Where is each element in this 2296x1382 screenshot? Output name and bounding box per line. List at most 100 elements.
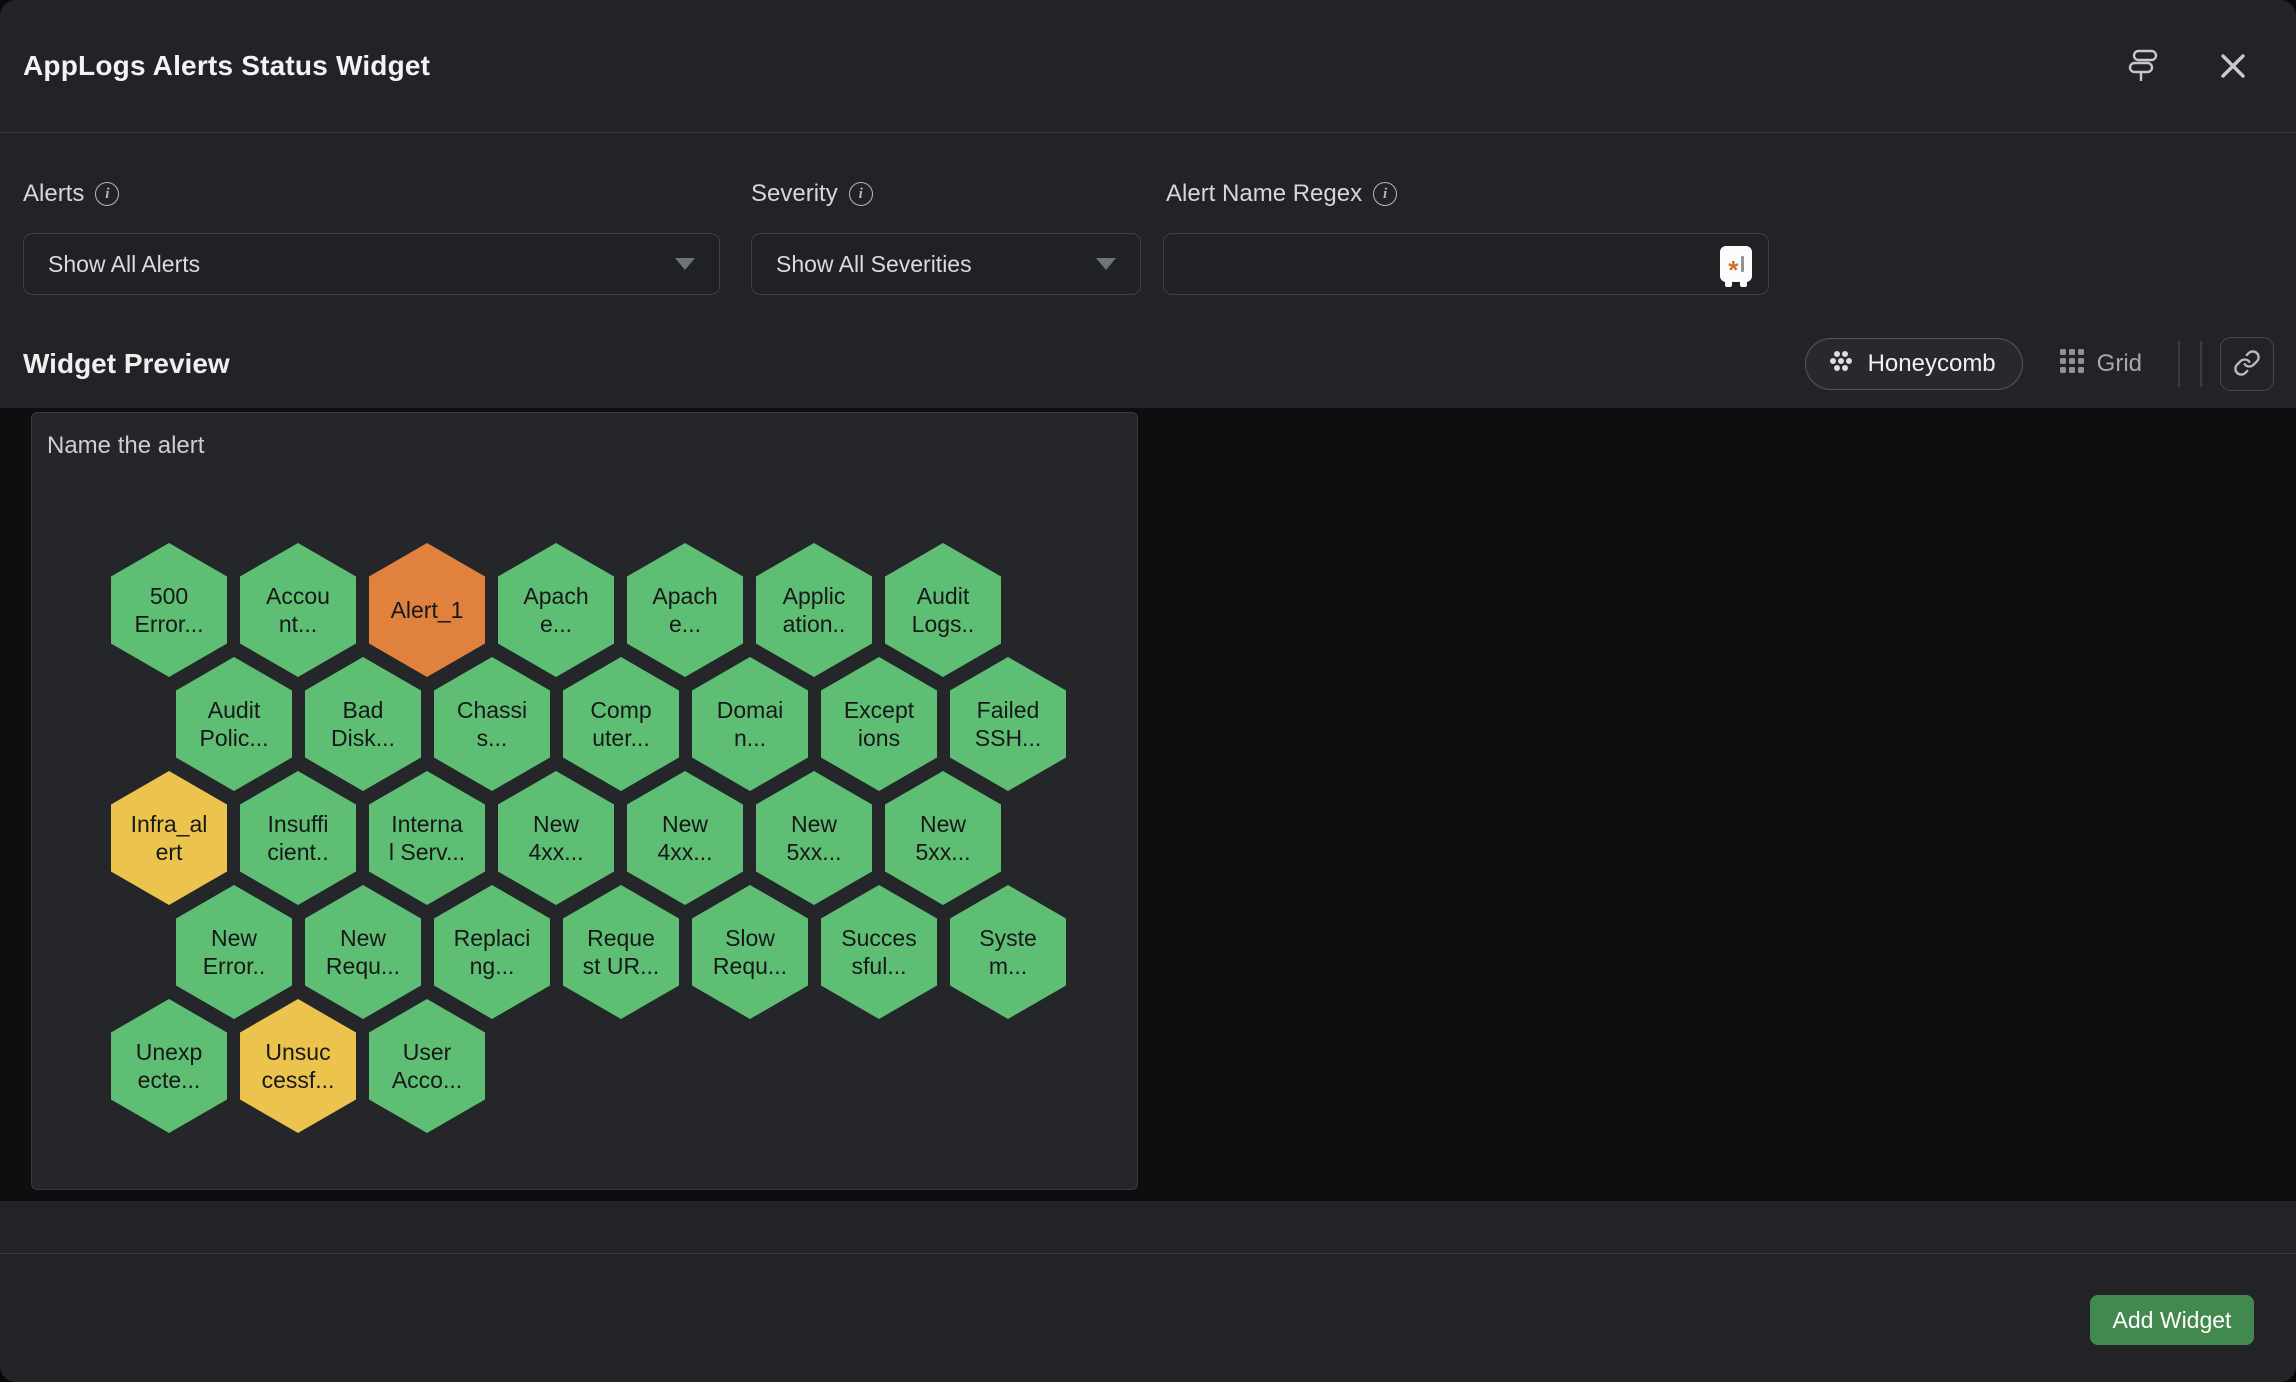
toolbar-divider — [2178, 341, 2180, 387]
hex-alert[interactable]: New4xx... — [627, 771, 743, 905]
hex-alert[interactable]: New5xx... — [756, 771, 872, 905]
alerts-label: Alerts i — [23, 180, 119, 208]
grid-toggle-label: Grid — [2097, 350, 2142, 378]
hex-alert-label: SSH... — [975, 724, 1041, 752]
hex-alert[interactable]: UserAcco... — [369, 999, 485, 1133]
hex-alert-label: Bad — [343, 696, 384, 724]
hex-alert[interactable]: New5xx... — [885, 771, 1001, 905]
honeycomb-view-toggle[interactable]: Honeycomb — [1805, 338, 2023, 390]
severity-label: Severity i — [751, 180, 873, 208]
hex-alert[interactable]: Exceptions — [821, 657, 937, 791]
alerts-label-text: Alerts — [23, 180, 84, 208]
hex-alert[interactable]: System... — [950, 885, 1066, 1019]
hex-alert[interactable]: Infra_alert — [111, 771, 227, 905]
alerts-info-icon[interactable]: i — [95, 182, 119, 206]
hex-alert-label: Audit — [917, 582, 969, 610]
regex-helper-icon[interactable]: * — [1720, 246, 1752, 282]
hex-alert-label: Disk... — [331, 724, 395, 752]
hex-alert-label: sful... — [852, 952, 907, 980]
hex-alert-label: New — [211, 924, 257, 952]
hex-alert-label: Requ... — [713, 952, 787, 980]
hex-alert[interactable]: Unsuccessf... — [240, 999, 356, 1133]
hex-alert-label: Apach — [523, 582, 588, 610]
hex-alert-label: s... — [477, 724, 508, 752]
hex-alert[interactable]: Successful... — [821, 885, 937, 1019]
widget-panel-title: Name the alert — [47, 432, 204, 460]
hex-alert-label: Acco... — [392, 1066, 462, 1094]
hex-alert-label: Chassi — [457, 696, 527, 724]
hex-alert-label: Domai — [717, 696, 783, 724]
regex-label-text: Alert Name Regex — [1166, 180, 1362, 208]
hex-alert-label: Comp — [590, 696, 651, 724]
preview-header: Widget Preview Honeycomb Grid — [0, 325, 2296, 403]
severity-label-text: Severity — [751, 180, 838, 208]
hex-alert-label: Failed — [977, 696, 1040, 724]
alert-name-regex-input[interactable] — [1164, 234, 1720, 294]
hex-alert-label: 4xx... — [658, 838, 713, 866]
copy-link-button[interactable] — [2220, 337, 2274, 391]
hex-alert[interactable]: Chassis... — [434, 657, 550, 791]
hex-alert-label: e... — [540, 610, 572, 638]
close-icon — [2218, 51, 2248, 81]
hex-alert[interactable]: Unexpecte... — [111, 999, 227, 1133]
hex-alert-label: ng... — [470, 952, 515, 980]
close-button[interactable] — [2210, 43, 2256, 89]
modal-header: AppLogs Alerts Status Widget — [0, 0, 2296, 133]
hex-alert-label: m... — [989, 952, 1027, 980]
hex-alert-label: Accou — [266, 582, 330, 610]
hex-alert[interactable]: Application.. — [756, 543, 872, 677]
hex-alert[interactable]: Insufficient.. — [240, 771, 356, 905]
hex-alert-label: Audit — [208, 696, 260, 724]
hex-alert[interactable]: Computer... — [563, 657, 679, 791]
signpost-icon — [2126, 48, 2160, 84]
applogs-alerts-status-widget-modal: AppLogs Alerts Status Widget Alerts — [0, 0, 2296, 1382]
hex-alert[interactable]: Request UR... — [563, 885, 679, 1019]
hex-alert-label: Reque — [587, 924, 655, 952]
hex-alert-label: n... — [734, 724, 766, 752]
hex-alert[interactable]: FailedSSH... — [950, 657, 1066, 791]
hex-alert-label: Syste — [979, 924, 1037, 952]
filters-section: Alerts i Severity i Alert Name Regex i S… — [0, 170, 2296, 330]
hex-alert[interactable]: Domain... — [692, 657, 808, 791]
hex-alert-label: cient.. — [267, 838, 328, 866]
hex-alert[interactable]: Apache... — [498, 543, 614, 677]
add-widget-button[interactable]: Add Widget — [2090, 1295, 2254, 1345]
honeycomb-icon — [1826, 348, 1856, 381]
grid-view-toggle[interactable]: Grid — [2053, 347, 2148, 382]
severity-info-icon[interactable]: i — [849, 182, 873, 206]
hex-alert-label: Infra_al — [131, 810, 208, 838]
signpost-widget-icon-button[interactable] — [2118, 40, 2168, 92]
alerts-dropdown[interactable]: Show All Alerts — [23, 233, 720, 295]
hex-alert[interactable]: NewError.. — [176, 885, 292, 1019]
severity-dropdown[interactable]: Show All Severities — [751, 233, 1141, 295]
link-icon — [2233, 349, 2261, 380]
hex-alert[interactable]: Apache... — [627, 543, 743, 677]
hex-alert-label: New — [662, 810, 708, 838]
hex-alert-label: Except — [844, 696, 914, 724]
hex-alert-label: Replaci — [454, 924, 531, 952]
hex-alert[interactable]: NewRequ... — [305, 885, 421, 1019]
hex-alert-label: Slow — [725, 924, 775, 952]
hex-alert[interactable]: Replacing... — [434, 885, 550, 1019]
hex-alert-label: ation.. — [783, 610, 846, 638]
hex-alert-label: ert — [156, 838, 183, 866]
hex-alert[interactable]: BadDisk... — [305, 657, 421, 791]
hex-alert[interactable]: New4xx... — [498, 771, 614, 905]
hex-alert-label: Logs.. — [912, 610, 975, 638]
severity-dropdown-value: Show All Severities — [776, 251, 972, 278]
hex-alert-label: 5xx... — [916, 838, 971, 866]
hex-alert[interactable]: Alert_1 — [369, 543, 485, 677]
hex-alert[interactable]: 500Error... — [111, 543, 227, 677]
hex-alert-label: 500 — [150, 582, 188, 610]
hex-alert[interactable]: AuditPolic... — [176, 657, 292, 791]
hex-alert-label: 4xx... — [529, 838, 584, 866]
hex-alert[interactable]: AuditLogs.. — [885, 543, 1001, 677]
hex-alert-label: New — [920, 810, 966, 838]
hex-alert-label: Unsuc — [265, 1038, 330, 1066]
hex-alert[interactable]: Account... — [240, 543, 356, 677]
alerts-dropdown-value: Show All Alerts — [48, 251, 200, 278]
regex-info-icon[interactable]: i — [1373, 182, 1397, 206]
honeycomb-toggle-label: Honeycomb — [1868, 350, 1996, 378]
hex-alert[interactable]: Internal Serv... — [369, 771, 485, 905]
hex-alert[interactable]: SlowRequ... — [692, 885, 808, 1019]
